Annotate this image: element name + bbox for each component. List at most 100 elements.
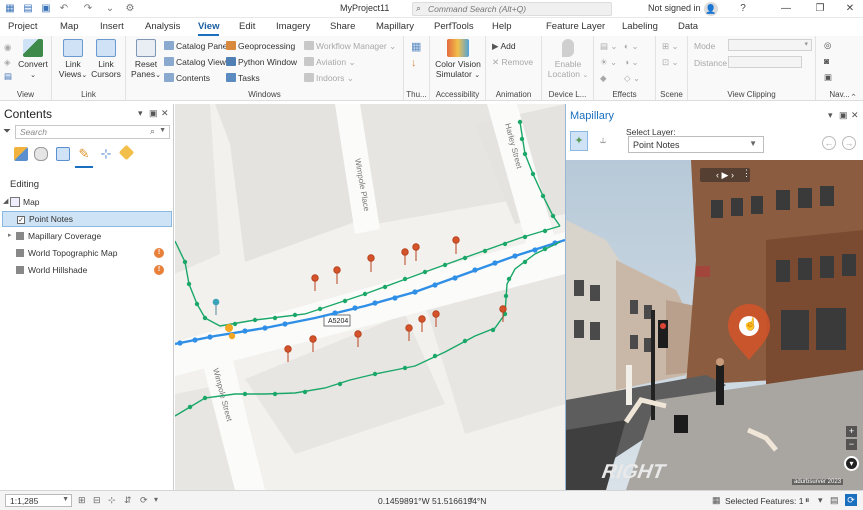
- pane-menu-icon[interactable]: ▾: [828, 110, 833, 121]
- current-image-marker[interactable]: [228, 332, 236, 340]
- scene-options-icon[interactable]: ⊡ ⌄: [662, 57, 679, 67]
- customize-icon[interactable]: ⌄: [104, 3, 116, 15]
- fixed-scale-icon[interactable]: ⊞: [78, 495, 86, 506]
- tab-imagery[interactable]: Imagery: [276, 21, 310, 32]
- layer-visibility-checkbox[interactable]: [16, 249, 24, 257]
- scene-icon[interactable]: ⊞ ⌄: [662, 41, 679, 51]
- tab-edit[interactable]: Edit: [239, 21, 255, 32]
- download-icon[interactable]: ↓: [411, 58, 417, 69]
- quick-tool-icon[interactable]: ⚙: [124, 3, 136, 15]
- tree-map-node[interactable]: ◢ Map: [2, 194, 172, 210]
- reset-panes-button[interactable]: Reset Panes⌄: [130, 39, 162, 81]
- flicker-icon[interactable]: ◆: [600, 73, 607, 83]
- layer-row-world-hillshade[interactable]: World Hillshade !: [2, 262, 172, 278]
- tab-perftools[interactable]: PerfTools: [434, 21, 474, 32]
- catalog-pane-button[interactable]: Catalog Pane: [164, 41, 228, 51]
- street-level-image[interactable]: RIGHT ‹ ▶ › ⋮ ☝ + − ▾ adurbsurver 2023: [566, 160, 863, 490]
- collapse-arrow-icon[interactable]: ◢: [3, 194, 8, 210]
- distance-input[interactable]: [728, 56, 802, 68]
- signin-status[interactable]: Not signed in: [648, 3, 701, 13]
- tab-share[interactable]: Share: [330, 21, 355, 32]
- remove-animation-button[interactable]: ✕ Remove: [492, 57, 533, 68]
- indoors-button[interactable]: Indoors ⌄: [304, 73, 354, 84]
- pane-maximize-icon[interactable]: ▣: [149, 108, 158, 119]
- warning-icon[interactable]: !: [154, 248, 164, 258]
- chevron-down-icon[interactable]: ▾: [469, 495, 473, 504]
- map-view[interactable]: Wimpole Place Harley Street Wimpole Stre…: [175, 104, 565, 490]
- camera-icon[interactable]: ◙: [824, 56, 829, 66]
- navigator-icon[interactable]: ◎: [824, 40, 831, 50]
- list-by-data-source-icon[interactable]: [34, 147, 48, 161]
- pause-drawing-icon[interactable]: ⇵: [124, 495, 132, 506]
- edit-point-note-button[interactable]: ⥿: [594, 131, 612, 151]
- pause-icon[interactable]: ⏸: [805, 495, 810, 506]
- list-by-drawing-order-icon[interactable]: [14, 147, 28, 161]
- chevron-down-icon[interactable]: ▾: [154, 495, 158, 504]
- minimize-button[interactable]: —: [778, 1, 794, 17]
- swipe-icon[interactable]: ▤ ⌄: [600, 41, 618, 51]
- tab-analysis[interactable]: Analysis: [145, 21, 180, 32]
- layer-visibility-checkbox[interactable]: ✓: [17, 216, 25, 224]
- tab-mapillary[interactable]: Mapillary: [376, 21, 414, 32]
- layer-row-point-notes[interactable]: ✓ Point Notes: [2, 211, 172, 227]
- layer-row-mapillary-coverage[interactable]: ▸ Mapillary Coverage: [2, 228, 172, 244]
- mode-dropdown[interactable]: ▾: [728, 39, 812, 51]
- compass-icon[interactable]: ▾: [844, 456, 859, 471]
- pane-menu-icon[interactable]: ▾: [138, 108, 143, 119]
- add-point-note-button[interactable]: ✦: [570, 131, 588, 151]
- effect-icon[interactable]: ◐ ⌄: [624, 41, 639, 51]
- view-icon[interactable]: ▤: [830, 495, 839, 506]
- selected-features-count[interactable]: Selected Features: 1: [725, 496, 803, 506]
- light-icon[interactable]: ☀ ⌄: [600, 57, 617, 67]
- undo-icon[interactable]: ↶: [58, 3, 70, 15]
- tab-project[interactable]: Project: [8, 21, 38, 32]
- refresh-map-icon[interactable]: ⟳: [845, 494, 857, 506]
- expand-arrow-icon[interactable]: ▸: [8, 228, 12, 244]
- list-by-selection-icon[interactable]: [56, 147, 70, 161]
- bookmark-icon[interactable]: ▣: [824, 72, 832, 82]
- snapping-icon[interactable]: ⊹: [108, 495, 116, 506]
- tab-data[interactable]: Data: [678, 21, 698, 32]
- map-scale-dropdown[interactable]: 1:1,285 ▼: [5, 494, 72, 507]
- current-image-marker[interactable]: [225, 324, 233, 332]
- tab-map[interactable]: Map: [60, 21, 78, 32]
- contents-search-input[interactable]: Search ⌕ ▼: [15, 125, 170, 139]
- zoom-in-button[interactable]: +: [846, 426, 857, 437]
- sequence-menu-icon[interactable]: ⋮: [742, 168, 751, 179]
- redo-icon[interactable]: ↷: [82, 3, 94, 15]
- previous-image-icon[interactable]: ←: [822, 136, 836, 150]
- refresh-icon[interactable]: ⟳: [140, 495, 148, 506]
- layer-visibility-checkbox[interactable]: [16, 232, 24, 240]
- tasks-button[interactable]: Tasks: [226, 73, 260, 83]
- dropdown-icon[interactable]: ▾: [818, 495, 823, 506]
- pane-close-icon[interactable]: ✕: [161, 108, 169, 119]
- pane-maximize-icon[interactable]: ▣: [839, 110, 848, 121]
- help-icon[interactable]: ?: [735, 1, 751, 17]
- layer-row-world-topographic-map[interactable]: World Topographic Map !: [2, 245, 172, 261]
- color-vision-simulator-button[interactable]: Color Vision Simulator ⌄: [432, 39, 484, 81]
- add-animation-button[interactable]: ▶ Add: [492, 41, 516, 52]
- point-note-3d-marker[interactable]: ☝: [726, 302, 772, 362]
- enable-location-button[interactable]: Enable Location ⌄: [544, 39, 592, 81]
- close-button[interactable]: ✕: [842, 1, 858, 17]
- pane-close-icon[interactable]: ✕: [851, 110, 859, 121]
- tab-labeling[interactable]: Labeling: [622, 21, 658, 32]
- selected-point-note-pin[interactable]: [212, 298, 220, 315]
- grid-icon[interactable]: ⊟: [93, 495, 101, 506]
- link-cursors-button[interactable]: Link Cursors: [90, 39, 122, 79]
- map-canvas[interactable]: Wimpole Place Harley Street Wimpole Stre…: [175, 104, 565, 490]
- aviation-button[interactable]: Aviation ⌄: [304, 57, 356, 68]
- tab-help[interactable]: Help: [492, 21, 512, 32]
- filter-icon[interactable]: ⏷: [3, 126, 11, 137]
- shadow-icon[interactable]: ◑ ⌄: [624, 57, 639, 67]
- geoprocessing-button[interactable]: Geoprocessing: [226, 41, 295, 51]
- collapse-ribbon-icon[interactable]: ⌃: [850, 92, 857, 102]
- zoom-out-button[interactable]: −: [846, 439, 857, 450]
- list-by-snapping-icon[interactable]: ⊹: [99, 147, 113, 161]
- ribbon-small-icon[interactable]: ▤: [4, 71, 12, 81]
- restore-button[interactable]: ❐: [812, 1, 828, 17]
- warning-icon[interactable]: !: [154, 265, 164, 275]
- transparency-icon[interactable]: ◇ ⌄: [624, 73, 640, 83]
- next-image-icon[interactable]: →: [842, 136, 856, 150]
- select-layer-dropdown[interactable]: Point Notes ▼: [628, 136, 764, 153]
